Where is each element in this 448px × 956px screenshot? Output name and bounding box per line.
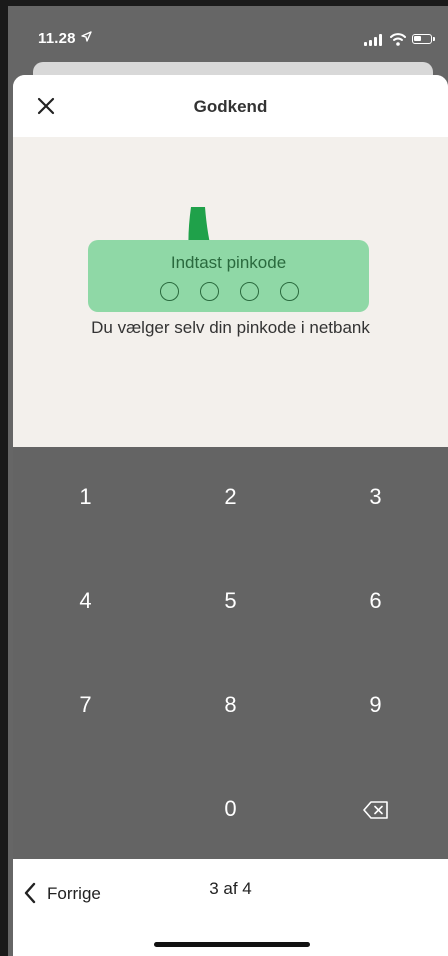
frame-edge [0, 0, 8, 956]
key-0[interactable]: 0 [158, 759, 303, 859]
status-time: 11.28 [38, 30, 76, 47]
backspace-button[interactable] [303, 759, 448, 859]
signal-icon [364, 34, 386, 46]
approve-sheet: Godkend Indtast pinkode Du vælger selv d… [13, 75, 448, 956]
pin-dot [240, 282, 259, 301]
page-title: Godkend [193, 97, 268, 116]
wifi-icon [390, 32, 406, 46]
key-8[interactable]: 8 [158, 655, 303, 755]
key-9[interactable]: 9 [303, 655, 448, 755]
pin-hint: Du vælger selv din pinkode i netbank [91, 318, 370, 337]
wizard-footer: Forrige 3 af 4 [13, 859, 448, 956]
key-3[interactable]: 3 [303, 447, 448, 547]
keypad: 1 2 3 4 5 6 7 8 9 0 [13, 447, 448, 859]
pin-dot [200, 282, 219, 301]
key-1[interactable]: 1 [13, 447, 158, 547]
pin-entry-box: Indtast pinkode [88, 240, 369, 312]
home-indicator [154, 942, 310, 947]
key-2[interactable]: 2 [158, 447, 303, 547]
pin-label: Indtast pinkode [170, 253, 287, 272]
step-indicator: 3 af 4 [209, 879, 252, 898]
backspace-icon [362, 801, 388, 819]
pin-dot [160, 282, 179, 301]
location-arrow-icon [81, 30, 92, 45]
pin-dot [280, 282, 299, 301]
pin-dots [160, 282, 310, 304]
status-bar: 11.28 [8, 6, 448, 64]
key-7[interactable]: 7 [13, 655, 158, 755]
key-4[interactable]: 4 [13, 551, 158, 651]
battery-level [414, 36, 421, 41]
key-5[interactable]: 5 [158, 551, 303, 651]
sheet-header: Godkend [13, 75, 448, 137]
key-6[interactable]: 6 [303, 551, 448, 651]
battery-icon [412, 34, 435, 44]
